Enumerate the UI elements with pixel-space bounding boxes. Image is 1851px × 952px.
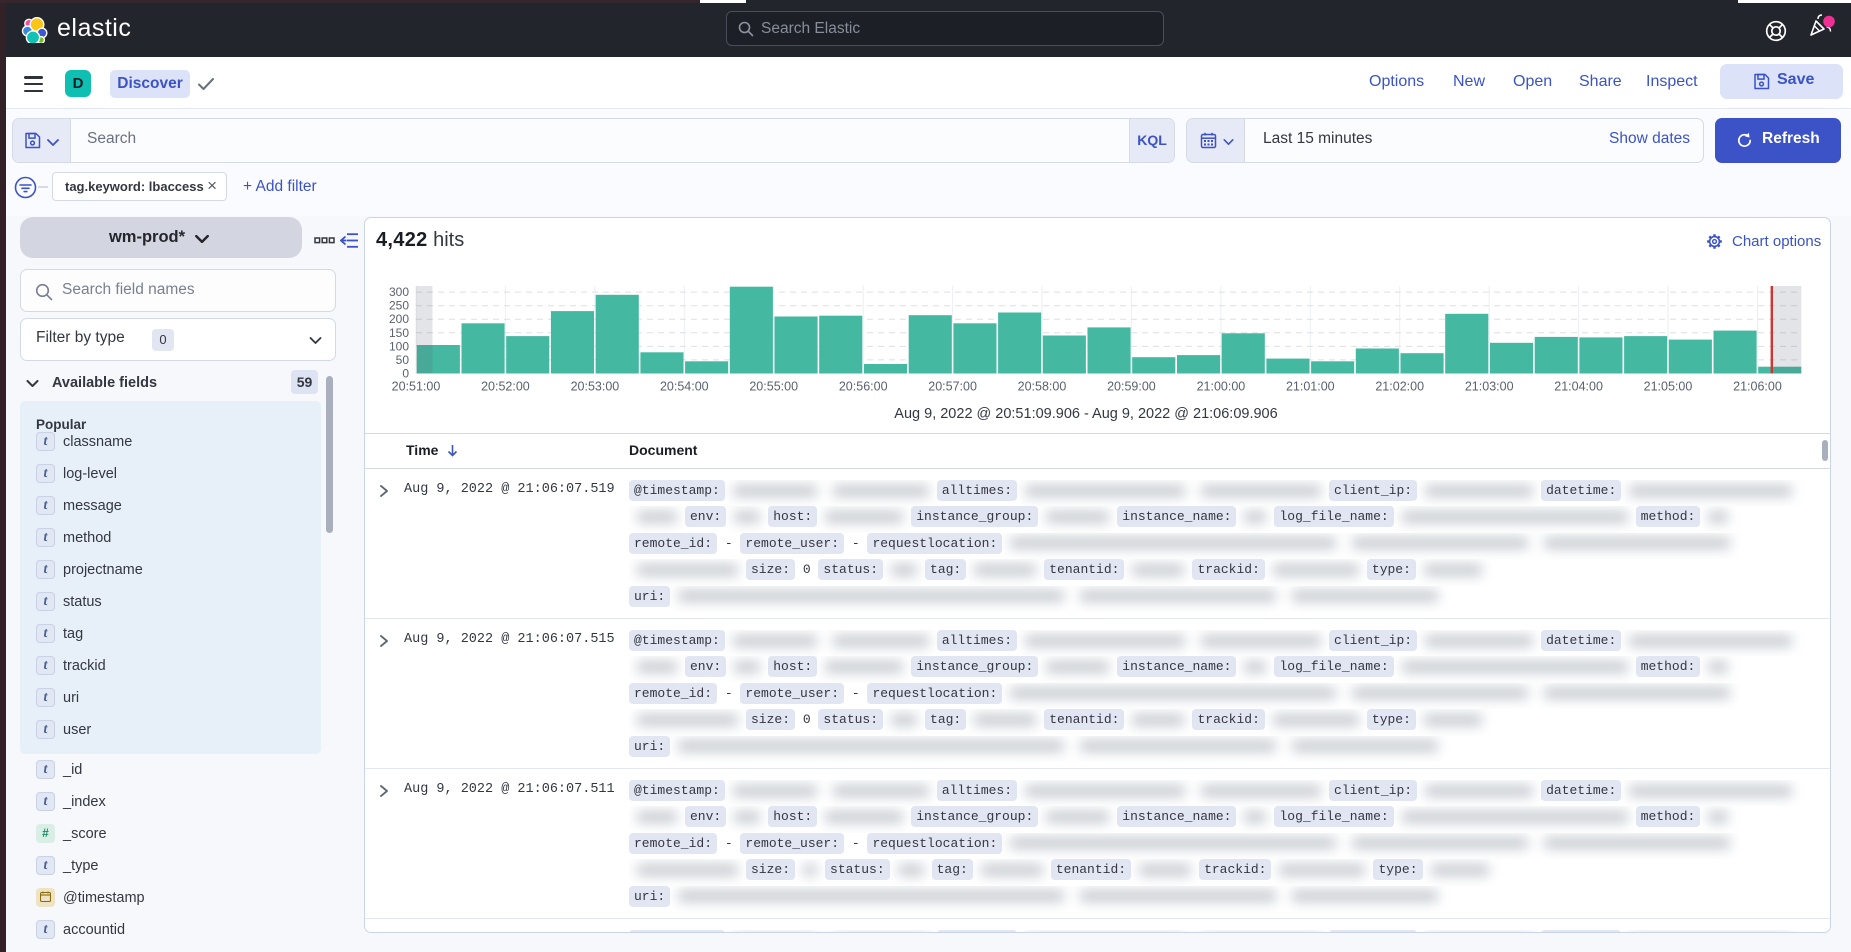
svg-text:21:01:00: 21:01:00 [1286, 380, 1335, 394]
svg-text:21:05:00: 21:05:00 [1644, 380, 1693, 394]
svg-text:20:52:00: 20:52:00 [481, 380, 530, 394]
svg-text:20:59:00: 20:59:00 [1107, 380, 1156, 394]
svg-text:20:56:00: 20:56:00 [839, 380, 888, 394]
svg-text:20:51:00: 20:51:00 [392, 380, 441, 394]
svg-text:20:54:00: 20:54:00 [660, 380, 709, 394]
svg-text:21:00:00: 21:00:00 [1197, 380, 1246, 394]
svg-text:20:53:00: 20:53:00 [571, 380, 620, 394]
svg-text:200: 200 [389, 312, 409, 326]
svg-text:150: 150 [389, 326, 409, 340]
svg-text:20:58:00: 20:58:00 [1018, 380, 1067, 394]
svg-text:21:03:00: 21:03:00 [1465, 380, 1514, 394]
svg-text:250: 250 [389, 299, 409, 313]
svg-text:20:57:00: 20:57:00 [928, 380, 977, 394]
svg-text:21:06:00: 21:06:00 [1733, 380, 1782, 394]
svg-text:100: 100 [389, 339, 409, 353]
svg-text:50: 50 [396, 353, 410, 367]
svg-text:21:02:00: 21:02:00 [1375, 380, 1424, 394]
svg-text:300: 300 [389, 285, 409, 299]
svg-text:0: 0 [402, 367, 409, 381]
svg-text:21:04:00: 21:04:00 [1554, 380, 1603, 394]
svg-text:20:55:00: 20:55:00 [749, 380, 798, 394]
